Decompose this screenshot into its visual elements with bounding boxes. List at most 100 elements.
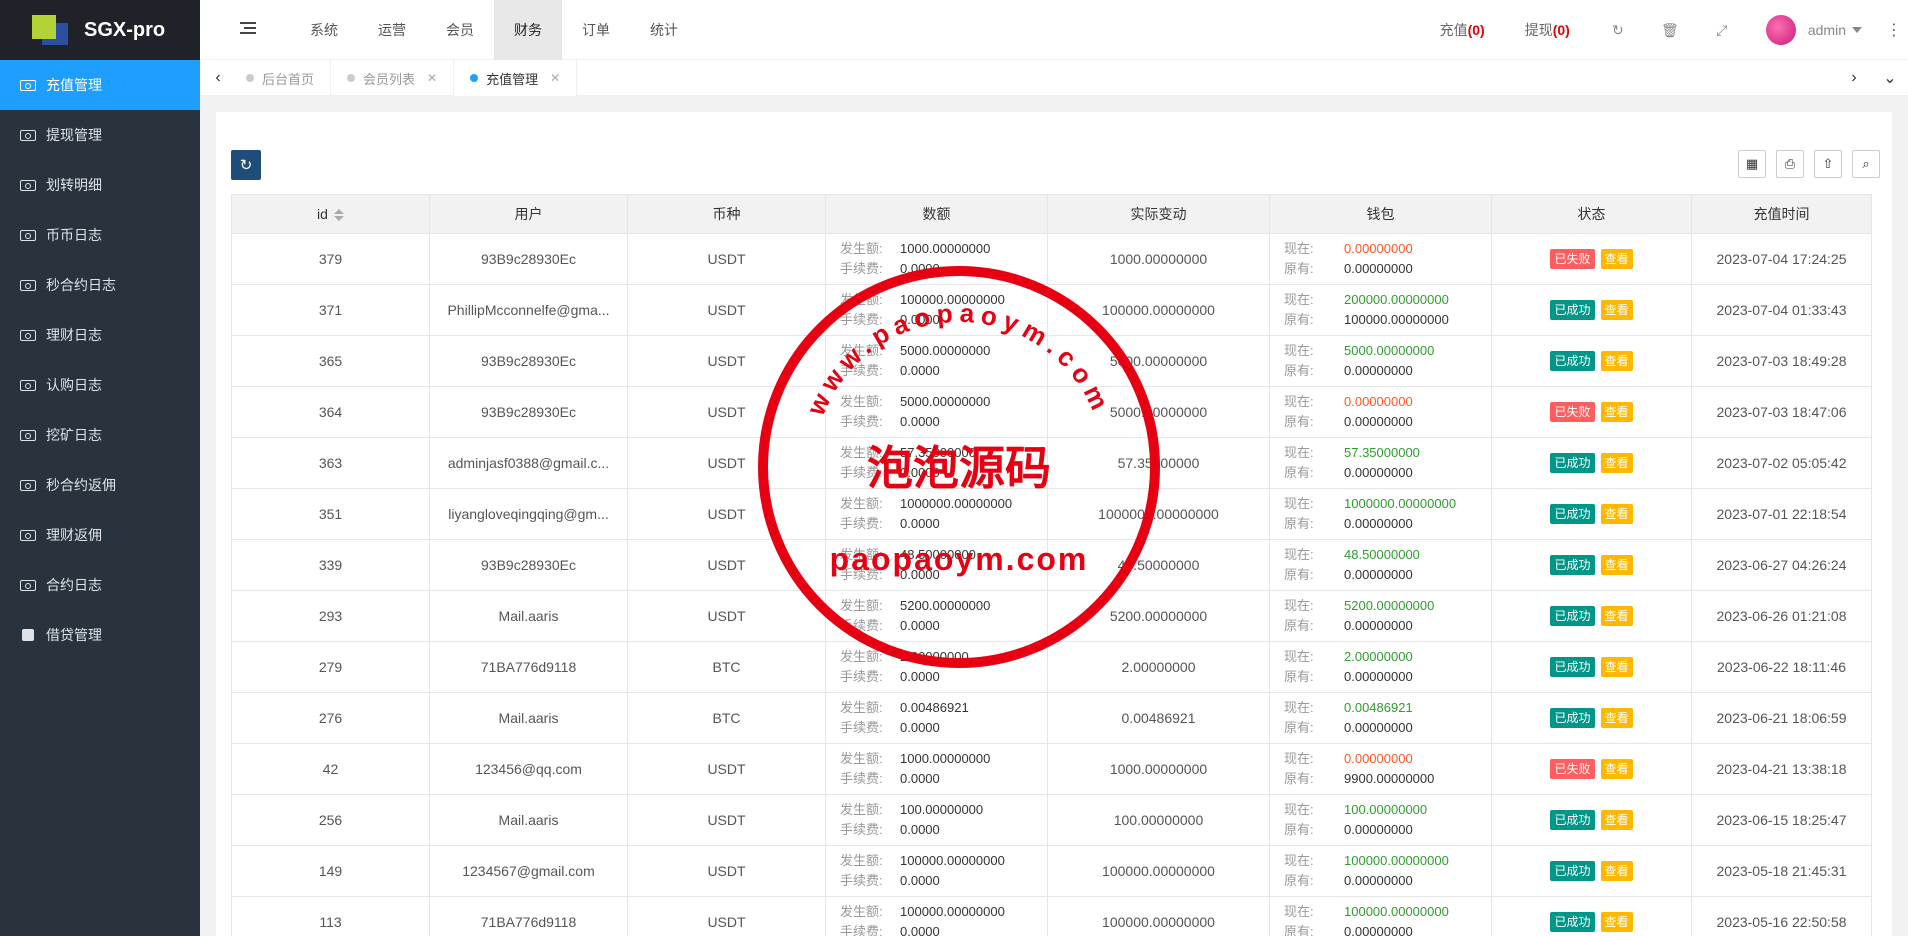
top-nav-item[interactable]: 系统 bbox=[290, 0, 358, 60]
row-user: adminjasf0388@gmail.c... bbox=[447, 455, 610, 471]
amount-value: 2.00000000 bbox=[900, 649, 969, 664]
wallet-now-value: 0.00000000 bbox=[1344, 394, 1413, 409]
fee-value: 0.0000 bbox=[900, 618, 940, 633]
tabs-menu-icon[interactable]: ⌄ bbox=[1872, 60, 1908, 96]
amount-cell: 发生额: 48.50000000 手续费: 0.0000 bbox=[825, 539, 1048, 591]
status-badge: 已成功 bbox=[1550, 351, 1595, 371]
top-nav-item[interactable]: 会员 bbox=[426, 0, 494, 60]
sidebar-item[interactable]: 理财返佣 bbox=[0, 510, 200, 560]
sidebar-item[interactable]: 提现管理 bbox=[0, 110, 200, 160]
amount-label: 发生额: bbox=[840, 598, 883, 613]
view-button[interactable]: 查看 bbox=[1600, 657, 1633, 677]
page-tab[interactable]: 会员列表 ✕ bbox=[331, 60, 455, 96]
fee-value: 0.0000 bbox=[900, 312, 940, 327]
view-button[interactable]: 查看 bbox=[1600, 810, 1633, 830]
sidebar-item[interactable]: 认购日志 bbox=[0, 360, 200, 410]
row-coin-cell: USDT bbox=[627, 539, 826, 591]
top-nav-item[interactable]: 运营 bbox=[358, 0, 426, 60]
status-badge: 已成功 bbox=[1550, 657, 1595, 677]
row-time-cell: 2023-06-22 18:11:46 bbox=[1691, 641, 1872, 693]
view-button[interactable]: 查看 bbox=[1600, 759, 1633, 779]
wallet-now-value: 48.50000000 bbox=[1344, 547, 1420, 562]
fee-label: 手续费: bbox=[840, 261, 883, 276]
row-time: 2023-07-04 01:33:43 bbox=[1716, 302, 1847, 318]
sort-icon[interactable] bbox=[333, 209, 344, 222]
export-icon[interactable]: ⇧ bbox=[1814, 150, 1842, 178]
row-id: 379 bbox=[318, 251, 343, 267]
print-icon[interactable]: ⎙ bbox=[1776, 150, 1804, 178]
money-icon bbox=[20, 529, 36, 541]
column-header-label: 状态 bbox=[1577, 206, 1606, 222]
view-button[interactable]: 查看 bbox=[1600, 912, 1633, 932]
menu-toggle-icon[interactable] bbox=[240, 22, 256, 36]
view-button[interactable]: 查看 bbox=[1600, 300, 1633, 320]
column-header-label: id bbox=[317, 206, 328, 222]
wallet-before-label: 原有: bbox=[1284, 924, 1314, 936]
row-user-cell: liyangloveqingqing@gm... bbox=[429, 488, 628, 540]
close-icon[interactable]: ✕ bbox=[427, 71, 437, 85]
status-cell: 已失败 查看 bbox=[1491, 233, 1692, 285]
sidebar-item-label: 币币日志 bbox=[46, 227, 102, 243]
status-cell: 已成功 查看 bbox=[1491, 896, 1692, 936]
page-tab[interactable]: 后台首页 bbox=[230, 60, 332, 96]
row-change-cell: 100.00000000 bbox=[1047, 794, 1270, 846]
row-id-cell: 113 bbox=[231, 896, 430, 936]
avatar[interactable] bbox=[1765, 15, 1796, 45]
top-nav-item[interactable]: 统计 bbox=[630, 0, 698, 60]
sidebar-item[interactable]: 挖矿日志 bbox=[0, 410, 200, 460]
sidebar-item[interactable]: 划转明细 bbox=[0, 160, 200, 210]
view-button[interactable]: 查看 bbox=[1600, 555, 1633, 575]
column-header[interactable]: id bbox=[231, 194, 430, 234]
amount-label: 发生额: bbox=[840, 241, 883, 256]
row-change-cell: 5200.00000000 bbox=[1047, 590, 1270, 642]
row-id: 364 bbox=[318, 404, 343, 420]
recharge-notice-link[interactable]: 充值(0) bbox=[1440, 20, 1485, 40]
view-button[interactable]: 查看 bbox=[1600, 861, 1633, 881]
sidebar-item[interactable]: 秒合约返佣 bbox=[0, 460, 200, 510]
chevron-down-icon[interactable] bbox=[1852, 27, 1862, 33]
view-button[interactable]: 查看 bbox=[1600, 504, 1633, 524]
row-id: 113 bbox=[319, 914, 342, 930]
wallet-cell: 现在: 0.00000000 原有: 0.00000000 bbox=[1269, 233, 1492, 285]
tabs-next-icon[interactable]: › bbox=[1836, 60, 1872, 96]
user-name[interactable]: admin bbox=[1808, 22, 1846, 38]
tab-label: 充值管理 bbox=[486, 71, 539, 87]
row-user-cell: 123456@qq.com bbox=[429, 743, 628, 795]
status-badge: 已成功 bbox=[1550, 708, 1595, 728]
trash-icon[interactable]: 🗑︎ bbox=[1661, 22, 1679, 38]
withdraw-notice-link[interactable]: 提现(0) bbox=[1525, 20, 1570, 40]
sidebar-item[interactable]: 秒合约日志 bbox=[0, 260, 200, 310]
columns-filter-icon[interactable]: ▦ bbox=[1738, 150, 1766, 178]
more-icon[interactable]: ⋮ bbox=[1886, 20, 1902, 40]
view-button[interactable]: 查看 bbox=[1600, 453, 1633, 473]
amount-value: 100000.00000000 bbox=[900, 292, 1005, 307]
table-row: 379 93B9c28930Ec USDT 发生额: 1000.00000000 手续费:… bbox=[231, 233, 1872, 285]
wallet-before-label: 原有: bbox=[1284, 669, 1314, 684]
logo[interactable]: SGX-pro bbox=[0, 0, 200, 60]
sidebar-item[interactable]: 币币日志 bbox=[0, 210, 200, 260]
refresh-icon[interactable]: ↻ bbox=[1610, 22, 1626, 38]
row-time: 2023-06-26 01:21:08 bbox=[1716, 608, 1847, 624]
view-button[interactable]: 查看 bbox=[1600, 351, 1633, 371]
sidebar-item[interactable]: 充值管理 bbox=[0, 60, 200, 110]
sidebar-item[interactable]: 借贷管理 bbox=[0, 610, 200, 660]
top-nav-item[interactable]: 财务 bbox=[494, 0, 562, 60]
page-tab[interactable]: 充值管理 ✕ bbox=[454, 60, 578, 96]
table-refresh-button[interactable]: ↻ bbox=[231, 150, 261, 180]
row-time: 2023-05-16 22:50:58 bbox=[1716, 914, 1847, 930]
view-button[interactable]: 查看 bbox=[1600, 708, 1633, 728]
view-button[interactable]: 查看 bbox=[1600, 249, 1633, 269]
sidebar-item[interactable]: 合约日志 bbox=[0, 560, 200, 610]
row-user-cell: Mail.aaris bbox=[429, 590, 628, 642]
view-button[interactable]: 查看 bbox=[1600, 606, 1633, 626]
wallet-now-value: 100.00000000 bbox=[1344, 802, 1428, 817]
view-button[interactable]: 查看 bbox=[1600, 402, 1633, 422]
top-nav-item[interactable]: 订单 bbox=[562, 0, 630, 60]
row-coin: USDT bbox=[707, 506, 746, 522]
close-icon[interactable]: ✕ bbox=[550, 71, 560, 85]
status-badge: 已失败 bbox=[1550, 402, 1595, 422]
row-change: 100000.00000000 bbox=[1102, 914, 1215, 930]
fullscreen-icon[interactable]: ⤢ bbox=[1714, 22, 1730, 38]
sidebar-item[interactable]: 理财日志 bbox=[0, 310, 200, 360]
search-icon[interactable]: ⌕ bbox=[1852, 150, 1880, 178]
